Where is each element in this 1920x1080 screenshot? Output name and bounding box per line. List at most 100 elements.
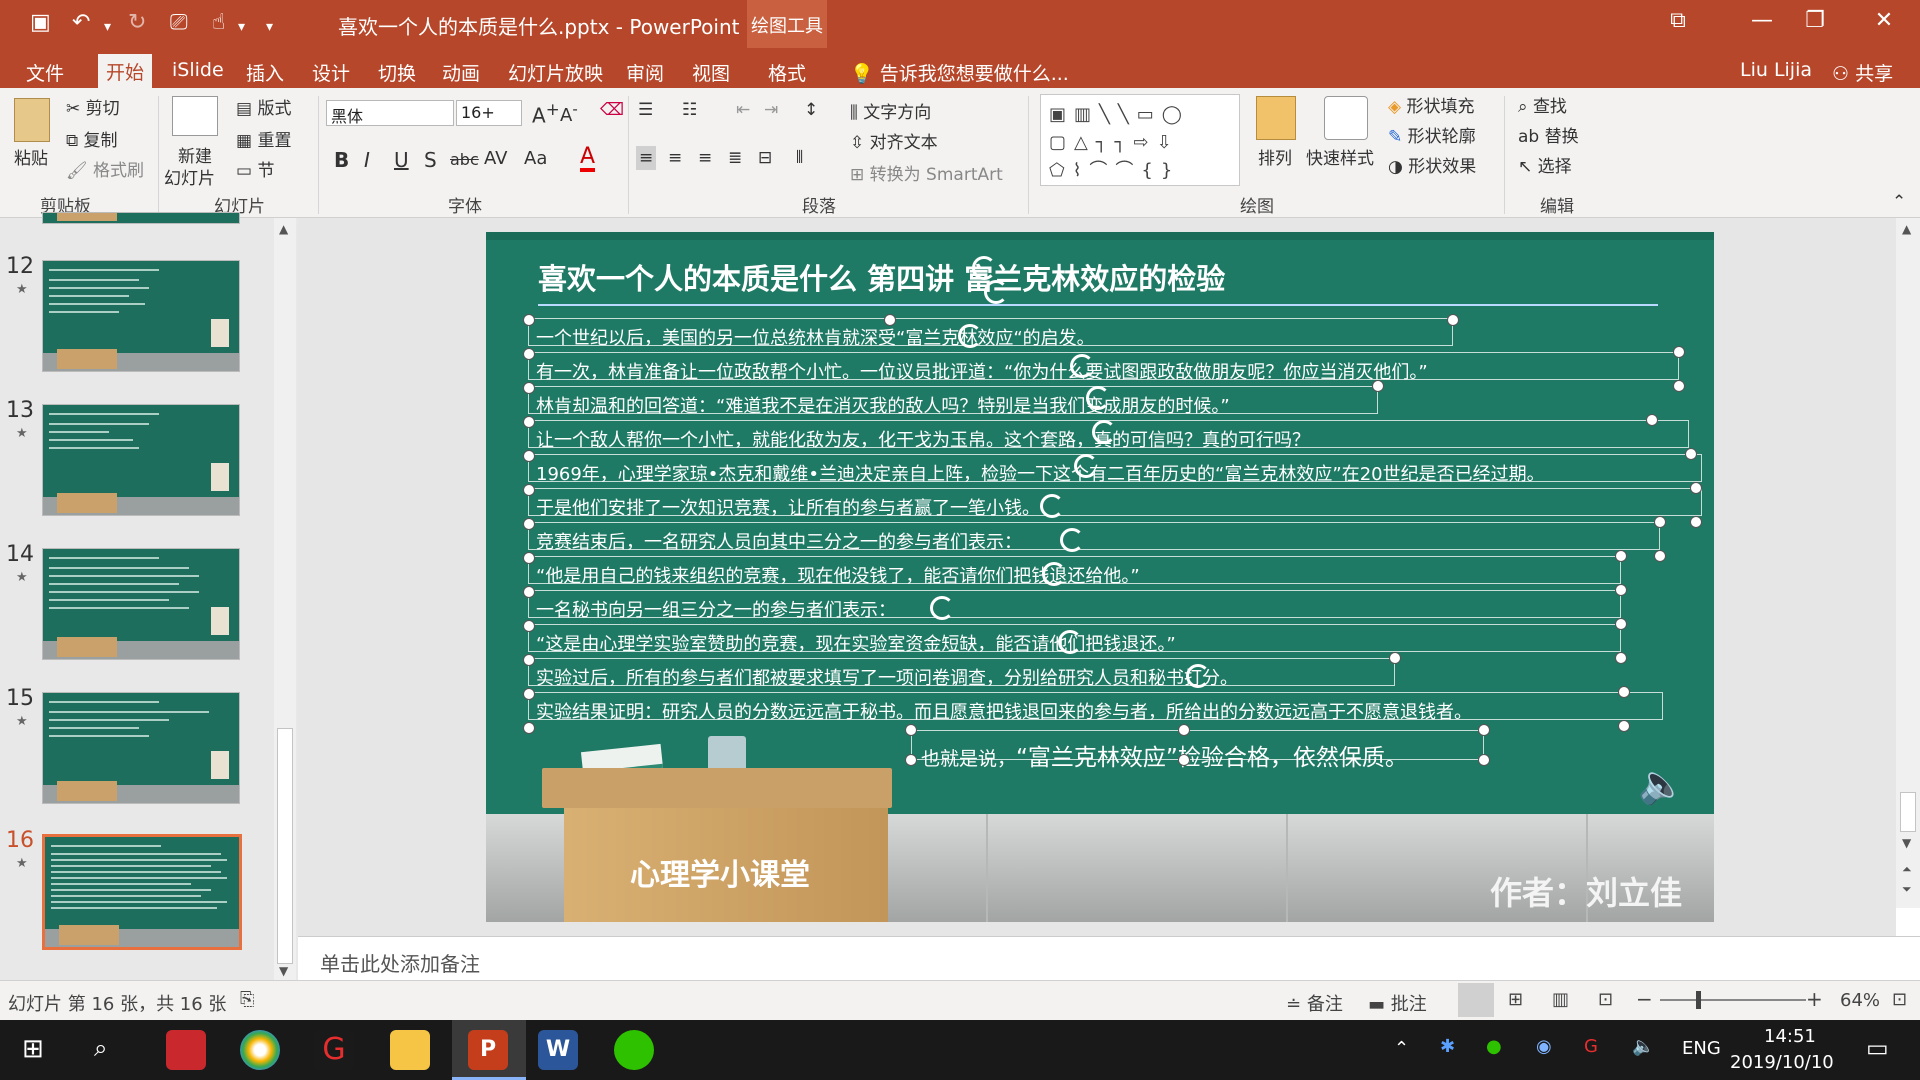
slide-thumbnail-14[interactable] — [42, 548, 240, 660]
volume-icon[interactable]: 🔈 — [1632, 1036, 1654, 1057]
font-size-combo[interactable]: 16+ — [456, 100, 522, 126]
shape-outline-button[interactable]: ✎ 形状轮廓 — [1388, 122, 1476, 147]
rotate-handle-icon[interactable] — [1074, 454, 1098, 478]
tab-transitions[interactable]: 切换 — [370, 55, 424, 90]
notes-pane[interactable]: 单击此处添加备注 — [298, 936, 1920, 980]
tray-wechat-icon[interactable]: ● — [1486, 1036, 1502, 1057]
rotate-handle-icon[interactable] — [1060, 528, 1084, 552]
tab-format[interactable]: 格式 — [760, 55, 814, 90]
rotate-handle-icon[interactable] — [1058, 630, 1082, 654]
tab-design[interactable]: 设计 — [304, 55, 358, 90]
scroll-down-icon[interactable]: ▼ — [1902, 836, 1911, 850]
notification-icon[interactable]: ▭ — [1866, 1034, 1889, 1062]
slideshow-view-icon[interactable]: ⊡ — [1598, 989, 1613, 1010]
scroll-up-icon[interactable]: ▲ — [279, 222, 288, 236]
previous-slide-icon[interactable]: ⏶ — [1902, 862, 1912, 877]
resize-handle[interactable] — [1618, 720, 1630, 732]
slide-thumbnail-13[interactable] — [42, 404, 240, 516]
resize-handle[interactable] — [1478, 754, 1490, 766]
tab-view[interactable]: 视图 — [684, 55, 738, 90]
resize-handle[interactable] — [1615, 618, 1627, 630]
redo-icon[interactable]: ↻ — [128, 10, 146, 36]
ribbon-display-icon[interactable]: ⧉ — [1658, 8, 1698, 33]
slide-thumbnail-12[interactable] — [42, 260, 240, 372]
zoom-out-icon[interactable]: − — [1636, 987, 1653, 1011]
resize-handle[interactable] — [1646, 414, 1658, 426]
input-language[interactable]: ENG — [1682, 1038, 1721, 1059]
scroll-up-icon[interactable]: ▲ — [1902, 222, 1911, 236]
resize-handle[interactable] — [1654, 516, 1666, 528]
resize-handle[interactable] — [523, 586, 535, 598]
reset-button[interactable]: ▦ 重置 — [236, 126, 291, 151]
save-icon[interactable]: ▣ — [30, 10, 51, 36]
quick-styles-button[interactable]: 快速样式 — [1306, 144, 1374, 169]
resize-handle[interactable] — [1178, 724, 1190, 736]
restore-button[interactable]: ❐ — [1795, 8, 1835, 33]
layout-button[interactable]: ▤ 版式 — [236, 94, 291, 119]
clock-date[interactable]: 2019/10/10 — [1730, 1052, 1834, 1073]
replace-button[interactable]: ab 替换 — [1518, 122, 1579, 147]
close-button[interactable]: ✕ — [1864, 8, 1904, 33]
copy-button[interactable]: ⧉ 复制 — [66, 126, 118, 151]
spellcheck-icon[interactable]: ⎘ — [240, 989, 254, 1010]
font-name-combo[interactable]: 黑体 — [326, 100, 454, 126]
powerpoint-icon[interactable]: P — [468, 1030, 508, 1070]
shape-effects-button[interactable]: ◑ 形状效果 — [1388, 152, 1476, 177]
numbering-icon[interactable]: ☷ — [682, 100, 697, 120]
slide-sorter-icon[interactable]: ⊞ — [1508, 989, 1523, 1010]
paste-button[interactable]: 粘贴 — [14, 144, 48, 169]
customize-qat-icon[interactable]: ▾ — [266, 14, 273, 40]
grow-font-icon[interactable]: A+ — [532, 100, 560, 128]
resize-handle[interactable] — [523, 722, 535, 734]
resize-handle[interactable] — [1447, 314, 1459, 326]
align-left-icon[interactable]: ≡ — [636, 146, 657, 170]
speaker-icon[interactable]: 🔈 — [1638, 762, 1685, 807]
clock-time[interactable]: 14:51 — [1764, 1026, 1816, 1047]
notes-toggle[interactable]: ≐ 备注 — [1286, 990, 1343, 1016]
paste-icon[interactable] — [14, 98, 50, 142]
slide-thumbnail-11-partial[interactable] — [42, 212, 240, 224]
resize-handle[interactable] — [1618, 686, 1630, 698]
tab-animations[interactable]: 动画 — [434, 55, 488, 90]
resize-handle[interactable] — [1690, 516, 1702, 528]
rotate-handle-icon[interactable] — [1070, 354, 1094, 378]
resize-handle[interactable] — [523, 416, 535, 428]
bold-icon[interactable]: B — [334, 148, 349, 172]
resize-handle[interactable] — [884, 314, 896, 326]
normal-view-icon[interactable] — [1458, 983, 1494, 1017]
new-slide-label-2[interactable]: 幻灯片 — [164, 164, 215, 189]
resize-handle[interactable] — [1615, 550, 1627, 562]
next-slide-icon[interactable]: ⏷ — [1902, 882, 1912, 897]
tab-slideshow[interactable]: 幻灯片放映 — [500, 55, 611, 90]
reading-view-icon[interactable]: ▥ — [1552, 989, 1569, 1010]
line-spacing-icon[interactable]: ↕ — [804, 100, 818, 120]
comments-toggle[interactable]: ▬ 批注 — [1368, 990, 1427, 1016]
rotate-handle-icon[interactable] — [1092, 420, 1116, 444]
columns-icon[interactable]: ⫴ — [796, 148, 803, 168]
present-icon[interactable]: ⎚ — [170, 10, 188, 36]
tab-insert[interactable]: 插入 — [238, 55, 292, 90]
tray-app-icon[interactable]: ✱ — [1440, 1036, 1455, 1057]
shrink-font-icon[interactable]: A- — [560, 100, 578, 126]
resize-handle[interactable] — [523, 314, 535, 326]
resize-handle[interactable] — [1673, 380, 1685, 392]
resize-handle[interactable] — [1478, 724, 1490, 736]
arrange-icon[interactable] — [1256, 96, 1296, 140]
resize-handle[interactable] — [523, 518, 535, 530]
minimize-button[interactable]: — — [1742, 8, 1782, 33]
rotate-handle-icon[interactable] — [1042, 562, 1066, 586]
tab-review[interactable]: 审阅 — [618, 55, 672, 90]
resize-handle[interactable] — [1690, 482, 1702, 494]
fit-to-window-icon[interactable]: ⊡ — [1892, 989, 1907, 1010]
resize-handle[interactable] — [1615, 652, 1627, 664]
underline-icon[interactable]: U — [394, 148, 409, 172]
resize-handle[interactable] — [523, 620, 535, 632]
bullets-icon[interactable]: ☰ — [638, 100, 653, 120]
increase-indent-icon[interactable]: ⇥ — [764, 100, 778, 120]
tray-overflow-icon[interactable]: ⌃ — [1394, 1038, 1409, 1059]
slide-scrollbar[interactable]: ▲ ▼ ⏶ ⏷ — [1896, 218, 1920, 908]
cut-button[interactable]: ✂ 剪切 — [66, 94, 120, 119]
section-button[interactable]: ▭ 节 — [236, 156, 274, 181]
resize-handle[interactable] — [1372, 380, 1384, 392]
rotate-handle-icon[interactable] — [984, 280, 1008, 304]
